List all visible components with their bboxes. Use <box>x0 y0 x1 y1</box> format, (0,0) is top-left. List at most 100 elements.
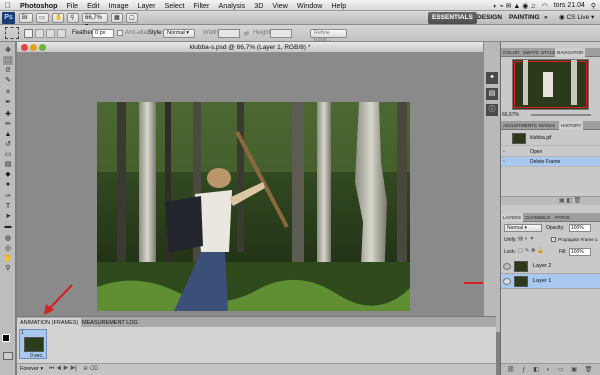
tab-adjustments[interactable]: ADJUSTMENTS <box>501 121 539 130</box>
menu-filter[interactable]: Filter <box>193 1 209 10</box>
marquee-tool-preset-icon[interactable] <box>5 27 19 39</box>
add-selection-icon[interactable] <box>35 29 44 38</box>
cs-live-button[interactable]: ◉ CS Live ▾ <box>555 12 598 24</box>
blur-tool-icon[interactable]: ◆ <box>3 170 13 179</box>
antialias-checkbox[interactable] <box>117 30 123 36</box>
eyedropper-tool-icon[interactable]: ✒ <box>3 98 13 107</box>
shape-tool-icon[interactable]: ▬ <box>3 222 13 231</box>
navigator-zoom-readout[interactable]: 66,67% <box>502 112 519 118</box>
fill-input[interactable]: 100% <box>569 248 591 256</box>
intersect-selection-icon[interactable] <box>57 29 66 38</box>
history-brush-tool-icon[interactable]: ↺ <box>3 140 13 149</box>
layer-name[interactable]: Layer 2 <box>533 259 551 274</box>
menu-help[interactable]: Help <box>331 1 346 10</box>
refine-edge-button[interactable]: Refine Edge... <box>310 29 347 43</box>
pen-tool-icon[interactable]: ✑ <box>3 192 13 201</box>
tab-navigator[interactable]: NAVIGATOR <box>555 48 586 57</box>
crop-tool-icon[interactable]: ⌗ <box>3 88 13 97</box>
style-dropdown[interactable]: Normal ▾ <box>163 29 195 38</box>
history-snapshot[interactable]: klubba.gif <box>501 131 600 146</box>
animation-transport-icons[interactable]: ⏮ ◀ ▶ ▶▏ ⊕ ⌫ <box>49 365 98 373</box>
bridge-button[interactable]: Br <box>19 13 33 23</box>
marquee-tool-icon[interactable]: ⬚ <box>3 56 13 65</box>
hand-tool-icon[interactable]: ✋ <box>3 254 13 263</box>
menu-edit[interactable]: Edit <box>87 1 99 10</box>
height-input[interactable] <box>270 29 292 38</box>
minimize-window-icon[interactable] <box>30 44 37 51</box>
workspace-more[interactable]: » <box>540 12 552 24</box>
history-item-open[interactable]: ▫ Open <box>501 147 600 157</box>
propagate-checkbox[interactable]: ✓ <box>551 237 556 242</box>
foreground-color-swatch[interactable] <box>2 334 10 342</box>
menu-view[interactable]: View <box>272 1 287 10</box>
quick-select-tool-icon[interactable]: ✎ <box>3 76 13 85</box>
menu-image[interactable]: Image <box>109 1 129 10</box>
brush-presets-icon[interactable]: ▤ <box>486 88 498 100</box>
zoom-tool-icon[interactable]: ⚲ <box>3 264 13 273</box>
menubar-clock[interactable]: tors 21.04 <box>554 2 585 9</box>
menu-app-photoshop[interactable]: Photoshop <box>20 1 58 10</box>
swap-icon[interactable]: ⇄ <box>244 30 249 37</box>
arrange-docs-button[interactable]: ▦ <box>111 13 123 23</box>
tab-channels[interactable]: CHANNELS <box>523 213 552 222</box>
layer-name[interactable]: Layer 1 <box>533 274 551 289</box>
healing-brush-tool-icon[interactable]: ✚ <box>3 110 13 119</box>
tab-masks[interactable]: MASKS <box>537 121 557 130</box>
close-window-icon[interactable] <box>21 44 28 51</box>
path-select-tool-icon[interactable]: ➤ <box>3 212 13 221</box>
blend-mode-dropdown[interactable]: Normal ▾ <box>504 224 542 232</box>
navigator-preview[interactable] <box>512 59 589 110</box>
loop-dropdown[interactable]: Forever ▾ <box>20 366 43 372</box>
zoom-window-icon[interactable] <box>39 44 46 51</box>
brush-tool-icon[interactable]: ✏ <box>3 120 13 129</box>
menu-3d[interactable]: 3D <box>254 1 263 10</box>
menu-select[interactable]: Select <box>164 1 184 10</box>
visibility-toggle-icon[interactable] <box>503 278 511 285</box>
eraser-tool-icon[interactable]: ▭ <box>3 150 13 159</box>
info-icon[interactable]: ⓘ <box>486 104 498 116</box>
workspace-design[interactable]: DESIGN <box>473 12 506 24</box>
3d-rotate-tool-icon[interactable]: ◍ <box>3 234 13 243</box>
dodge-tool-icon[interactable]: ● <box>3 180 13 189</box>
layer-row-layer-2[interactable]: Layer 2 <box>501 259 600 274</box>
canvas-image[interactable] <box>97 102 410 311</box>
navigator-zoom-slider[interactable] <box>531 114 591 116</box>
menu-analysis[interactable]: Analysis <box>218 1 245 10</box>
history-footer-icons[interactable]: ▣ ◧ 🗑 <box>559 197 581 204</box>
apple-icon[interactable]:  <box>5 1 11 10</box>
visibility-toggle-icon[interactable] <box>503 263 511 270</box>
tab-paths[interactable]: PATHS <box>553 213 572 222</box>
hand-button[interactable]: ✋ <box>52 13 64 23</box>
clone-stamp-tool-icon[interactable]: ▲ <box>3 130 13 139</box>
screen-mode-button[interactable]: ▢ <box>126 13 138 23</box>
layer-row-layer-1[interactable]: Layer 1 <box>501 274 600 289</box>
zoom-level-dropdown[interactable]: 66,7% ▾ <box>82 13 108 29</box>
status-icons[interactable]: ◐ ⌁ ✉ ▲ ◉ ♫ <box>493 2 535 10</box>
lock-icons[interactable]: ▢ ✎ ✥ 🔒 <box>518 248 544 254</box>
3d-orbit-tool-icon[interactable]: ◎ <box>3 244 13 253</box>
document-title-bar[interactable]: klubba-s.psd @ 66,7% (Layer 1, RGB/8) * <box>17 42 483 53</box>
tab-color[interactable]: COLOR <box>501 48 521 57</box>
tab-layers[interactable]: LAYERS <box>501 213 523 222</box>
animation-frame-1[interactable]: 1 0 sec. <box>19 329 47 359</box>
tool-presets-icon[interactable]: ✦ <box>486 72 498 84</box>
gradient-tool-icon[interactable]: ▤ <box>3 160 13 169</box>
subtract-selection-icon[interactable] <box>46 29 55 38</box>
menu-file[interactable]: File <box>67 1 79 10</box>
wifi-icon[interactable]: ◠ <box>542 2 548 10</box>
minibridge-button[interactable]: ▭ <box>36 13 49 23</box>
new-selection-icon[interactable] <box>24 29 33 38</box>
unify-icons[interactable]: ▤ ◐ ✦ <box>518 236 534 242</box>
workspace-essentials[interactable]: ESSENTIALS <box>428 12 477 24</box>
menu-layer[interactable]: Layer <box>138 1 156 10</box>
opacity-input[interactable]: 100% <box>569 224 591 232</box>
zoom-tool-button[interactable]: ⚲ <box>67 13 79 23</box>
menu-window[interactable]: Window <box>297 1 323 10</box>
workspace-painting[interactable]: PAINTING <box>505 12 544 24</box>
history-item-delete-frame[interactable]: ▫ Delete Frame <box>501 157 600 167</box>
spotlight-icon[interactable]: ⚲ <box>591 2 596 10</box>
lasso-tool-icon[interactable]: ᘓ <box>3 66 13 75</box>
layers-footer-icons[interactable]: ⛓ ƒ ◧ ◐ ▭ ▣ 🗑 <box>507 366 595 373</box>
tab-history[interactable]: HISTORY <box>559 121 584 130</box>
width-input[interactable] <box>218 29 240 38</box>
